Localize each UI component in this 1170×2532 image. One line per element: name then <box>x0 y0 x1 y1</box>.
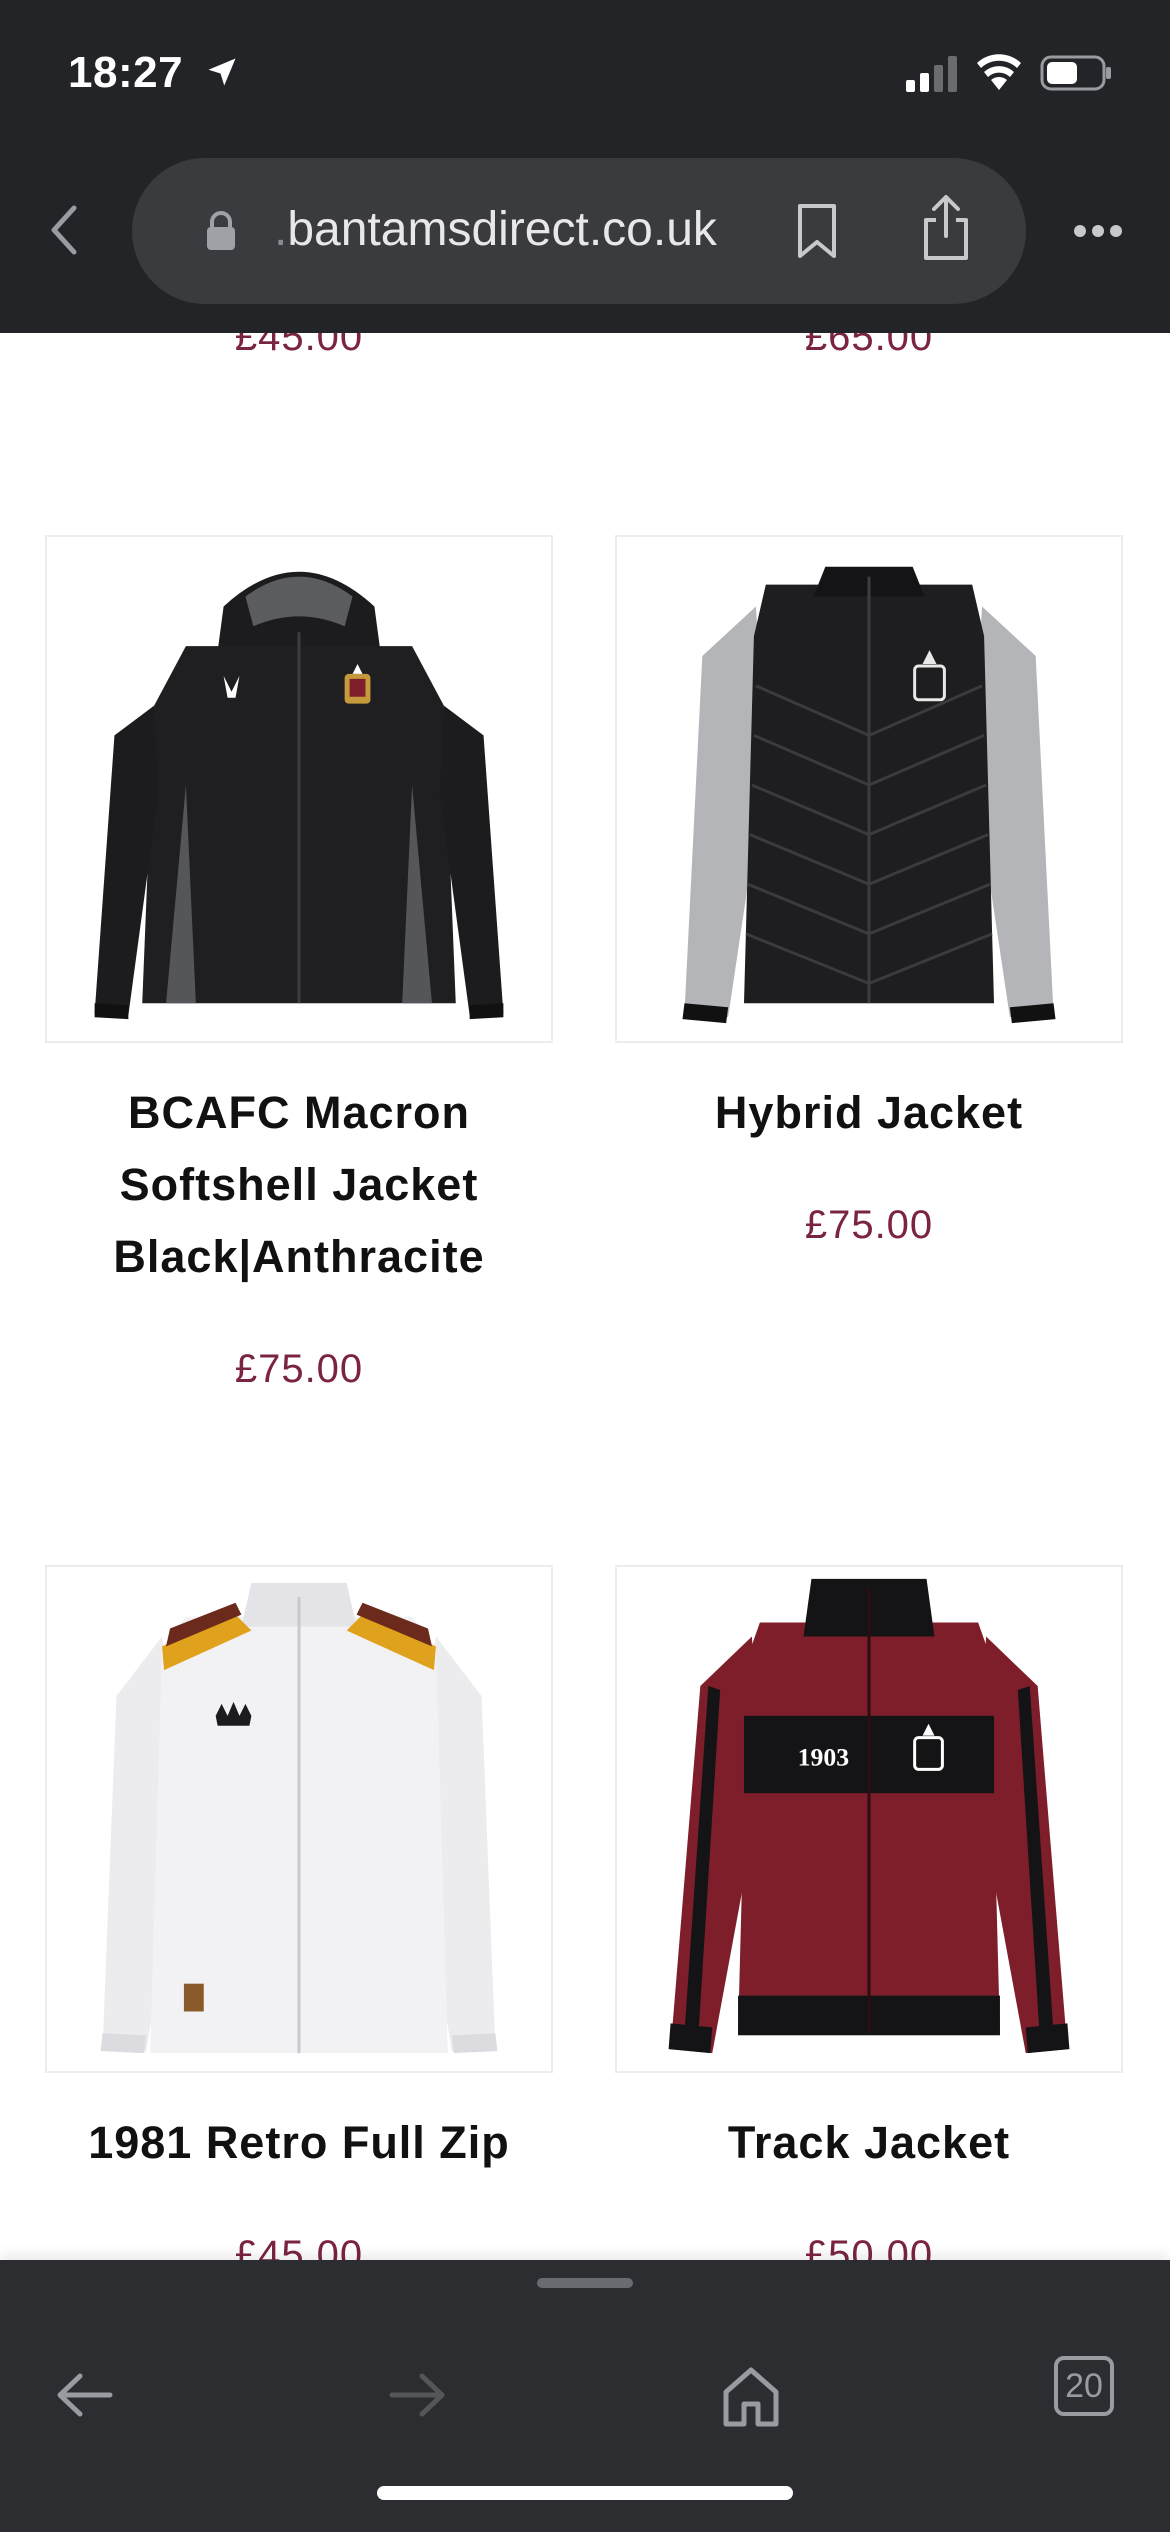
home-icon[interactable] <box>716 2360 786 2430</box>
more-options-icon[interactable] <box>1072 218 1124 244</box>
product-price: £65.00 <box>804 333 934 359</box>
product-price: £45.00 <box>234 2233 364 2260</box>
product-title[interactable]: BCAFC Macron Softshell Jacket Black|Anth… <box>45 1077 553 1293</box>
product-image-track-jacket[interactable]: 1903 <box>615 1565 1123 2073</box>
browser-back-chevron-icon[interactable] <box>44 200 84 260</box>
cellular-signal-icon <box>906 56 957 92</box>
wifi-icon <box>977 54 1021 90</box>
address-bar[interactable]: .bantamsdirect.co.uk <box>132 158 1026 304</box>
share-icon[interactable] <box>918 194 974 262</box>
forward-arrow-icon[interactable] <box>382 2360 452 2430</box>
product-price: £75.00 <box>804 1203 934 1247</box>
tabs-button[interactable]: 20 <box>1054 2356 1114 2416</box>
product-title[interactable]: Hybrid Jacket <box>615 1077 1123 1149</box>
battery-icon <box>1040 55 1111 91</box>
browser-top-chrome: 18:27 .bantamsdirect.co.uk <box>0 0 1170 333</box>
softshell-jacket-image <box>94 571 504 1020</box>
retro-full-zip-image <box>100 1582 498 2054</box>
product-price: £75.00 <box>234 1347 364 1391</box>
product-image-retro-full-zip[interactable] <box>45 1565 553 2073</box>
browser-bottom-toolbar: 20 <box>0 2260 1170 2532</box>
back-arrow-icon[interactable] <box>50 2360 120 2430</box>
lock-icon <box>207 211 235 250</box>
location-arrow-icon <box>208 58 236 86</box>
product-image-softshell-jacket[interactable] <box>45 535 553 1043</box>
product-title[interactable]: 1981 Retro Full Zip <box>45 2107 553 2179</box>
product-image-hybrid-jacket[interactable] <box>615 535 1123 1043</box>
track-jacket-image: 1903 <box>668 1578 1070 2054</box>
toolbar-grab-handle[interactable] <box>537 2278 633 2288</box>
product-grid: £45.00 £65.00 BCAFC Macron Softshell Jac… <box>0 333 1170 2260</box>
product-price: £45.00 <box>234 333 364 359</box>
hybrid-jacket-image <box>682 566 1056 1024</box>
product-price: £50.00 <box>804 2233 934 2260</box>
svg-text:1903: 1903 <box>798 1742 850 1771</box>
url-text[interactable]: .bantamsdirect.co.uk <box>274 202 717 257</box>
home-indicator <box>377 2486 793 2500</box>
status-time: 18:27 <box>68 48 184 97</box>
product-title[interactable]: Track Jacket <box>615 2107 1123 2179</box>
bookmark-icon[interactable] <box>794 202 840 260</box>
